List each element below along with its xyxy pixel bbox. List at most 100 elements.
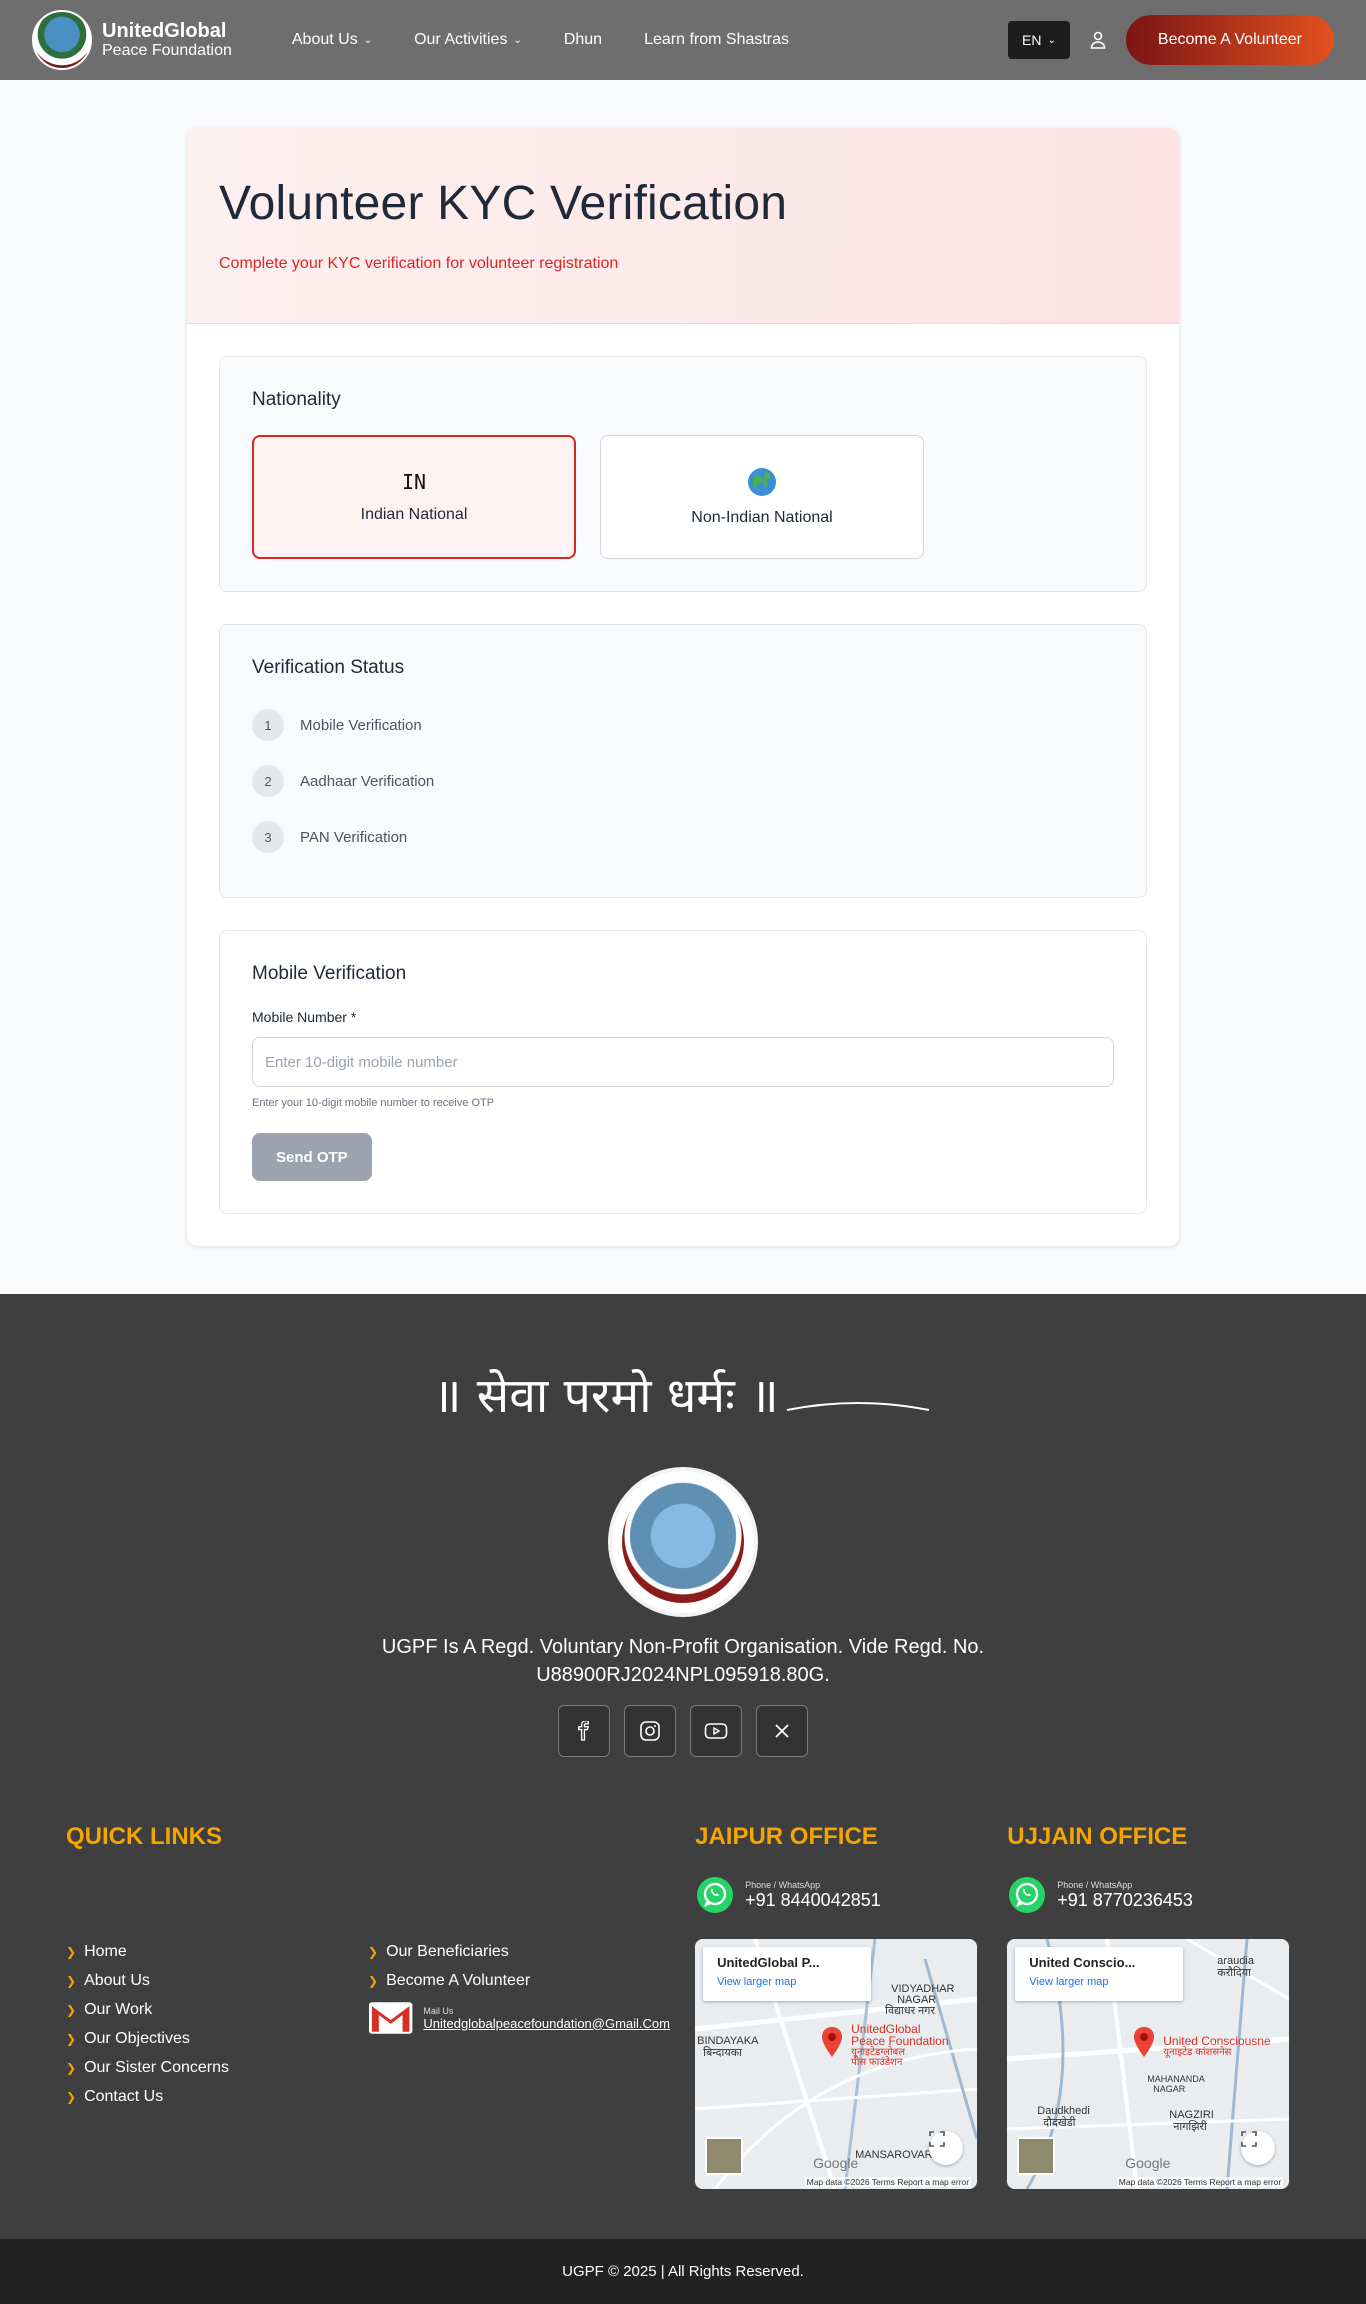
nav-menu: About Us ⌄ Our Activities ⌄ Dhun Learn f… <box>292 31 789 49</box>
main-content: Volunteer KYC Verification Complete your… <box>0 80 1366 1294</box>
user-icon[interactable] <box>1088 30 1108 50</box>
footer-link-sister-concerns[interactable]: ❯ Our Sister Concerns <box>66 2053 368 2082</box>
kyc-card: Volunteer KYC Verification Complete your… <box>187 128 1179 1246</box>
nav-our-activities[interactable]: Our Activities ⌄ <box>414 31 522 49</box>
fullscreen-icon[interactable] <box>929 2131 964 2165</box>
footer-motto: ॥ सेवा परमो धर्मः ॥ <box>432 1368 779 1424</box>
mail-us: Mail Us Unitedglobalpeacefoundation@Gmai… <box>368 2001 670 2035</box>
map-place-title: United Conscio... <box>1029 1955 1136 1970</box>
map-attribution: Map data ©2026 Terms Report a map error <box>804 2177 972 2187</box>
map-area-label: BINDAYAKA <box>697 2035 759 2047</box>
footer-link-home[interactable]: ❯ Home <box>66 1937 368 1966</box>
ujjain-phone[interactable]: Phone / WhatsApp +91 8770236453 <box>1007 1875 1300 1915</box>
map-area-label: दौदखेडी <box>1043 2117 1076 2129</box>
footer-link-about-us[interactable]: ❯ About Us <box>66 1966 368 1995</box>
map-area-label: NAGAR <box>1153 2084 1186 2094</box>
indian-national-option[interactable]: IN Indian National <box>252 435 576 559</box>
brand[interactable]: UnitedGlobal Peace Foundation <box>32 10 232 70</box>
section-title: Verification Status <box>252 657 405 678</box>
map-place-title: UnitedGlobal P... <box>717 1955 820 1970</box>
map-pin-label: United Consciousne <box>1163 2034 1271 2048</box>
chevron-down-icon: ⌄ <box>513 34 522 46</box>
view-larger-map-link[interactable]: View larger map <box>717 1976 857 1988</box>
page-subtitle: Complete your KYC verification for volun… <box>219 255 619 272</box>
motto-underline <box>787 1402 930 1411</box>
footer-link-our-objectives[interactable]: ❯ Our Objectives <box>66 2024 368 2053</box>
mobile-help-text: Enter your 10-digit mobile number to rec… <box>252 1097 495 1109</box>
language-select[interactable]: EN ⌄ <box>1008 21 1070 59</box>
nav-dhun[interactable]: Dhun <box>564 31 602 49</box>
map-info-card: UnitedGlobal P... View larger map <box>703 1947 872 2001</box>
chevron-right-icon: ❯ <box>66 2089 77 2104</box>
chevron-right-icon: ❯ <box>66 2002 77 2017</box>
mobile-number-label: Mobile Number * <box>252 1009 357 1025</box>
chevron-right-icon: ❯ <box>66 1944 77 1959</box>
mail-link[interactable]: Unitedglobalpeacefoundation@Gmail.Com <box>423 2016 670 2031</box>
step-label: PAN Verification <box>300 828 408 846</box>
jaipur-map[interactable]: UnitedGlobal P... View larger map VIDYAD… <box>695 1939 978 2189</box>
map-area-label: MANSAROVAR <box>855 2149 933 2161</box>
chevron-down-icon: ⌄ <box>1047 34 1056 46</box>
chevron-right-icon: ❯ <box>368 1944 379 1959</box>
chevron-down-icon: ⌄ <box>363 34 373 46</box>
step-mobile: 1 Mobile Verification <box>252 697 1114 753</box>
chevron-right-icon: ❯ <box>66 2060 77 2075</box>
map-area-label: Daudkhedi <box>1037 2105 1090 2117</box>
nationality-section: Nationality IN Indian National Non-India… <box>219 356 1147 592</box>
satellite-thumbnail[interactable] <box>705 2137 744 2175</box>
google-logo: Google <box>1125 2155 1171 2171</box>
foundation-seal <box>608 1467 758 1617</box>
gmail-icon <box>368 2002 413 2034</box>
brand-name: UnitedGlobal <box>102 20 227 43</box>
country-code: IN <box>401 470 427 494</box>
chevron-right-icon: ❯ <box>66 2031 77 2046</box>
mobile-number-input[interactable] <box>252 1037 1114 1087</box>
send-otp-button[interactable]: Send OTP <box>252 1133 372 1181</box>
satellite-thumbnail[interactable] <box>1017 2137 1056 2175</box>
mobile-verification-section: Mobile Verification Mobile Number * Ente… <box>219 930 1147 1214</box>
ujjain-office: UJJAIN OFFICE Phone / WhatsApp +91 87702… <box>1007 1823 1300 2189</box>
map-pin-label: पीस फाउंडेशन <box>851 2057 903 2068</box>
footer: ॥ सेवा परमो धर्मः ॥ UGPF Is A Regd. Volu… <box>0 1294 1366 2304</box>
jaipur-office: JAIPUR OFFICE Phone / WhatsApp +91 84400… <box>695 1823 988 2189</box>
section-title: Mobile Verification <box>252 963 407 984</box>
step-pan: 3 PAN Verification <box>252 809 1114 865</box>
non-indian-national-option[interactable]: Non-Indian National <box>600 435 924 559</box>
instagram-icon[interactable] <box>624 1705 676 1757</box>
map-pin-label: Peace Foundation <box>851 2034 949 2048</box>
quick-links-title: QUICK LINKS <box>66 1823 222 1850</box>
step-aadhaar: 2 Aadhaar Verification <box>252 753 1114 809</box>
ujjain-map[interactable]: United Conscio... View larger map araudi… <box>1007 1939 1290 2189</box>
chevron-right-icon: ❯ <box>368 1973 379 1988</box>
become-volunteer-button[interactable]: Become A Volunteer <box>1125 15 1334 65</box>
phone-number: +91 8770236453 <box>1057 1889 1193 1910</box>
footer-link-become-volunteer[interactable]: ❯ Become A Volunteer <box>368 1966 670 1995</box>
step-number: 1 <box>252 709 284 741</box>
footer-link-contact-us[interactable]: ❯ Contact Us <box>66 2082 368 2111</box>
map-pin-icon <box>822 2027 843 2057</box>
map-area-label: करौदिया <box>1217 1967 1251 1979</box>
step-number: 2 <box>252 765 284 797</box>
nav-learn-from-shastras[interactable]: Learn from Shastras <box>644 31 789 49</box>
chevron-right-icon: ❯ <box>66 1973 77 1988</box>
globe-icon <box>748 468 776 496</box>
phone-number: +91 8440042851 <box>745 1889 881 1910</box>
footer-link-our-work[interactable]: ❯ Our Work <box>66 1995 368 2024</box>
view-larger-map-link[interactable]: View larger map <box>1029 1976 1169 1988</box>
facebook-icon[interactable] <box>558 1705 610 1757</box>
quick-links: QUICK LINKS ❯ Home ❯ About Us ❯ Our Work ❯ O… <box>66 1823 695 2189</box>
jaipur-phone[interactable]: Phone / WhatsApp +91 8440042851 <box>695 1875 988 1915</box>
footer-link-beneficiaries[interactable]: ❯ Our Beneficiaries <box>368 1937 670 1966</box>
google-logo: Google <box>813 2155 859 2171</box>
map-attribution: Map data ©2026 Terms Report a map error <box>1116 2177 1284 2187</box>
nav-about-us[interactable]: About Us ⌄ <box>292 31 372 49</box>
fullscreen-icon[interactable] <box>1241 2131 1276 2165</box>
option-label: Indian National <box>360 506 468 523</box>
map-area-label: araudia <box>1217 1955 1254 1967</box>
whatsapp-icon <box>1009 1877 1046 1913</box>
navbar: UnitedGlobal Peace Foundation About Us ⌄… <box>0 0 1366 80</box>
x-icon[interactable] <box>756 1705 808 1757</box>
youtube-icon[interactable] <box>690 1705 742 1757</box>
map-area-label: नागझिरी <box>1173 2121 1207 2133</box>
map-area-label: बिन्दायका <box>703 2047 743 2059</box>
